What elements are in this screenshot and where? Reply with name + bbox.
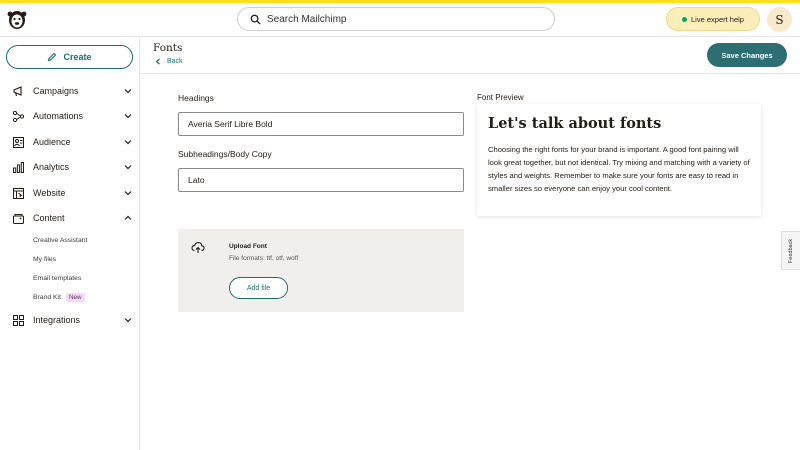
chevron-down-icon bbox=[124, 140, 132, 145]
pencil-icon bbox=[48, 52, 57, 62]
megaphone-icon bbox=[12, 85, 25, 98]
live-expert-help-label: Live expert help bbox=[691, 14, 744, 24]
chevron-down-icon bbox=[124, 165, 132, 170]
sidebar-item-website[interactable]: Website bbox=[12, 184, 134, 202]
chevron-left-icon bbox=[155, 58, 160, 65]
chevron-down-icon bbox=[124, 114, 132, 119]
add-file-button[interactable]: Add file bbox=[229, 277, 288, 299]
create-button[interactable]: Create bbox=[6, 45, 133, 69]
sidebar-item-label: Content bbox=[33, 213, 65, 223]
online-status-dot-icon bbox=[682, 16, 688, 22]
font-preview-label: Font Preview bbox=[477, 93, 524, 102]
sidebar-item-integrations[interactable]: Integrations bbox=[12, 311, 134, 329]
sidebar-item-label: Automations bbox=[33, 111, 84, 121]
avatar[interactable]: S bbox=[767, 7, 792, 32]
website-icon bbox=[12, 187, 25, 200]
feedback-tab[interactable]: Feedback bbox=[781, 231, 800, 270]
headings-label: Headings bbox=[178, 93, 214, 103]
sidebar-item-content[interactable]: Content bbox=[12, 209, 134, 227]
sidebar-item-label: Analytics bbox=[33, 162, 70, 172]
save-changes-button[interactable]: Save Changes bbox=[707, 43, 787, 67]
search-icon bbox=[250, 14, 261, 25]
new-badge: New bbox=[65, 292, 85, 302]
create-label: Create bbox=[63, 52, 92, 62]
upload-font-panel: Upload Font File formats: ttf, otf, woff… bbox=[178, 229, 464, 312]
sidebar-subitem-label: Brand Kit bbox=[33, 293, 61, 301]
sidebar-subitem-email-templates[interactable]: Email templates bbox=[33, 272, 81, 284]
search-placeholder: Search Mailchimp bbox=[267, 13, 347, 25]
chevron-down-icon bbox=[124, 89, 132, 94]
sidebar: Create Campaigns Automations Audience An… bbox=[0, 38, 140, 450]
headings-font-field[interactable]: Averia Serif Libre Bold bbox=[178, 112, 464, 136]
feedback-label: Feedback bbox=[788, 238, 794, 263]
sidebar-item-analytics[interactable]: Analytics bbox=[12, 158, 134, 176]
sidebar-subitem-my-files[interactable]: My files bbox=[33, 253, 56, 265]
body-copy-label: Subheadings/Body Copy bbox=[178, 149, 272, 159]
bar-chart-icon bbox=[12, 161, 25, 174]
back-label: Back bbox=[167, 58, 183, 65]
body-copy-font-field[interactable]: Lato bbox=[178, 168, 464, 192]
preview-body-text: Choosing the right fonts for your brand … bbox=[488, 145, 750, 193]
upload-font-title: Upload Font bbox=[229, 243, 267, 250]
grid-icon bbox=[12, 314, 25, 327]
preview-heading: Let's talk about fonts bbox=[488, 115, 662, 132]
live-expert-help-button[interactable]: Live expert help bbox=[666, 7, 760, 31]
font-preview-card: Let's talk about fonts Choosing the righ… bbox=[477, 104, 761, 216]
sidebar-subitem-creative-assistant[interactable]: Creative Assistant bbox=[33, 234, 87, 246]
content-icon bbox=[12, 212, 25, 225]
page-header: Fonts Back Save Changes bbox=[141, 38, 800, 74]
sidebar-item-label: Website bbox=[33, 188, 66, 198]
chevron-down-icon bbox=[124, 318, 132, 323]
sidebar-item-audience[interactable]: Audience bbox=[12, 133, 134, 151]
sidebar-item-label: Integrations bbox=[33, 315, 81, 325]
chevron-up-icon bbox=[124, 215, 132, 220]
automation-icon bbox=[12, 110, 25, 123]
page-title: Fonts bbox=[153, 42, 183, 54]
cloud-upload-icon bbox=[191, 242, 205, 253]
chevron-down-icon bbox=[124, 191, 132, 196]
sidebar-subitem-brand-kit[interactable]: Brand Kit New bbox=[33, 291, 85, 303]
mailchimp-logo-icon[interactable] bbox=[6, 7, 28, 31]
sidebar-item-automations[interactable]: Automations bbox=[12, 107, 134, 125]
sidebar-item-campaigns[interactable]: Campaigns bbox=[12, 82, 134, 100]
audience-icon bbox=[12, 136, 25, 149]
back-link[interactable]: Back bbox=[155, 58, 183, 65]
top-bar: Search Mailchimp Live expert help S bbox=[0, 3, 800, 37]
upload-file-formats: File formats: ttf, otf, woff bbox=[229, 255, 299, 262]
search-input[interactable]: Search Mailchimp bbox=[237, 7, 555, 31]
sidebar-item-label: Audience bbox=[33, 137, 71, 147]
sidebar-item-label: Campaigns bbox=[33, 86, 79, 96]
